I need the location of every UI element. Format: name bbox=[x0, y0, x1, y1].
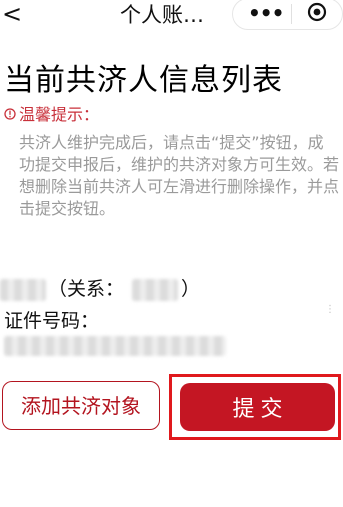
id-number-label: 证件号码： bbox=[4, 310, 100, 332]
relation-close: ） bbox=[181, 278, 201, 300]
capsule-divider bbox=[291, 4, 292, 24]
page-title: 当前共济人信息列表 bbox=[4, 63, 283, 98]
relation-label: （关系： bbox=[48, 278, 125, 300]
submit-button[interactable]: 提交 bbox=[180, 383, 335, 431]
tip-body: 共济人维护完成后，请点击“提交”按钮，成功提交申报后，维护的共济对象方可生效。若… bbox=[19, 133, 340, 218]
more-icon[interactable]: ••• bbox=[248, 3, 284, 23]
redacted-id-number bbox=[4, 336, 226, 356]
redacted-relation bbox=[132, 279, 178, 301]
top-nav-bar: < 个人账… ••• bbox=[0, 0, 343, 30]
alert-circle-icon bbox=[4, 108, 16, 120]
row-more-icon[interactable]: ⋮ bbox=[325, 305, 335, 315]
nav-title: 个人账… bbox=[120, 3, 204, 27]
close-icon[interactable] bbox=[306, 1, 328, 23]
tip-title: 温馨提示： bbox=[19, 105, 100, 124]
back-icon[interactable]: < bbox=[2, 0, 22, 29]
redacted-name bbox=[0, 279, 46, 301]
add-copay-target-button[interactable]: 添加共济对象 bbox=[2, 381, 160, 430]
